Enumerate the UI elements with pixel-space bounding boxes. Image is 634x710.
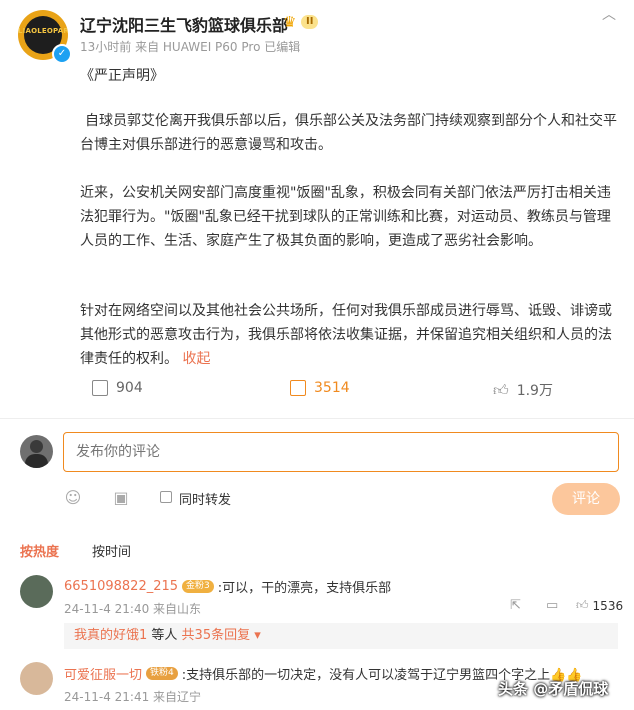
image-icon[interactable]: ▣	[112, 489, 130, 507]
comment-meta: 24-11-4 21:41 来自辽宁	[64, 690, 202, 704]
forward-label: 同时转发	[179, 493, 232, 508]
replies-preview[interactable]: 我真的好饿1 等人 共35条回复 ▾	[64, 623, 618, 649]
thumbs-up-icon: 👍︎	[493, 380, 509, 399]
post-meta: 13小时前 来自 HUAWEI P60 Pro 已编辑	[80, 40, 301, 54]
collapse-link[interactable]: 收起	[182, 351, 210, 367]
comment-line: 6651098822_215 金粉3 :可以，干的漂亮，支持俱乐部	[64, 577, 391, 596]
post-paragraph-2: 近来，公安机关网安部门高度重视"饭圈"乱象，积极会同有关部门依法严厉打击相关违法…	[80, 185, 611, 249]
like-button[interactable]: 👍︎ 1.9万	[493, 380, 553, 400]
user-avatar[interactable]	[20, 435, 53, 468]
fan-badge: 金粉3	[182, 580, 214, 593]
crown-icon: ♛	[283, 13, 297, 31]
avatar-logo-text: LIAOLEOPARDS	[18, 27, 68, 35]
repost-icon	[92, 380, 108, 396]
comment-button[interactable]: 3514	[290, 380, 350, 396]
reply-middle: 等人	[147, 628, 182, 643]
reply-total[interactable]: 共35条回复	[182, 628, 251, 643]
caret-down-icon: ▾	[250, 628, 261, 643]
like-count: 1.9万	[516, 383, 553, 399]
post-paragraph-3-text: 针对在网络空间以及其他社会公共场所，任何对我俱乐部成员进行辱骂、诋毁、诽谤或其他…	[80, 303, 612, 367]
tab-sort-time[interactable]: 按时间	[92, 541, 131, 560]
comment-text: :可以，干的漂亮，支持俱乐部	[217, 581, 392, 596]
comment-icon	[290, 380, 306, 396]
chevron-down-icon[interactable]: ︿	[602, 4, 616, 24]
verified-icon: ✓	[52, 44, 72, 64]
thumbs-up-icon: 👍︎	[576, 598, 589, 612]
post-title: 《严正声明》	[80, 68, 164, 84]
comment-count: 3514	[314, 380, 350, 396]
emoji-icon[interactable]: ☺	[64, 489, 82, 507]
post-paragraph-3: 针对在网络空间以及其他社会公共场所，任何对我俱乐部成员进行辱骂、诋毁、诽谤或其他…	[80, 299, 618, 371]
repost-count: 904	[116, 380, 143, 396]
comment-meta: 24-11-4 21:40 来自山东	[64, 602, 202, 616]
comment-like-count: 1536	[592, 598, 624, 613]
reply-user[interactable]: 我真的好饿1	[74, 628, 147, 643]
watermark: 头条 @矛盾侃球	[498, 680, 609, 698]
level-badge: II	[301, 15, 319, 29]
forward-checkbox[interactable]	[160, 491, 172, 503]
comment-like-button[interactable]: 👍︎ 1536	[576, 598, 623, 613]
post-paragraph-1: 自球员郭艾伦离开我俱乐部以后，俱乐部公关及法务部门持续观察到部分个人和社交平台博…	[80, 113, 617, 153]
tab-sort-hot[interactable]: 按热度	[20, 541, 59, 560]
divider	[0, 418, 634, 419]
commenter-avatar[interactable]	[20, 575, 53, 608]
commenter-avatar[interactable]	[20, 662, 53, 695]
repost-button[interactable]: 904	[92, 380, 143, 396]
share-icon[interactable]: ⇱	[510, 598, 521, 613]
comment-input[interactable]	[63, 432, 619, 472]
reply-icon[interactable]: ▭	[546, 598, 558, 613]
commenter-name[interactable]: 6651098822_215	[64, 579, 178, 594]
submit-comment-button[interactable]: 评论	[552, 483, 620, 515]
commenter-name[interactable]: 可爱征服一切	[64, 664, 142, 683]
fan-badge: 铁粉4	[146, 667, 178, 680]
author-name[interactable]: 辽宁沈阳三生飞豹篮球俱乐部	[80, 12, 288, 36]
